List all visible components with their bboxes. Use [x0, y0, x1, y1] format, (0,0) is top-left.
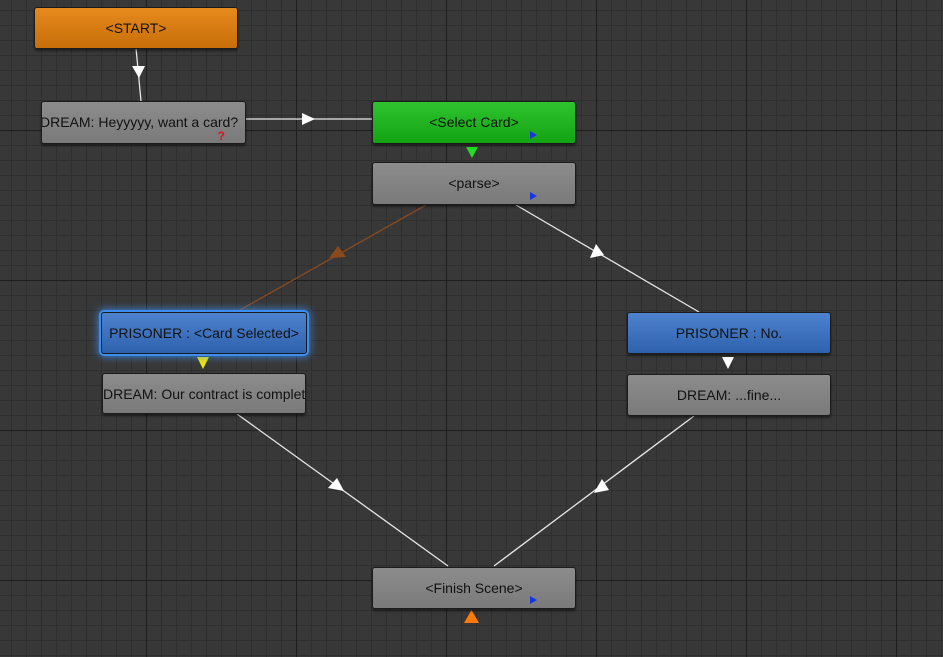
output-port-icon[interactable] [530, 192, 537, 200]
wire-arrow-icon [328, 478, 344, 491]
node-finish-scene[interactable]: <Finish Scene> [372, 567, 576, 609]
node-prisoner-no-label: PRISONER : No. [675, 325, 783, 341]
node-dream-fine[interactable]: DREAM: ...fine... [627, 374, 831, 416]
dialogue-graph-canvas[interactable]: <START> DREAM: Heyyyyy, want a card? ? <… [0, 0, 943, 657]
node-select-card-label: <Select Card> [429, 114, 519, 130]
wire-fine-to-finish[interactable] [493, 415, 695, 567]
wire-arrow-icon [132, 66, 145, 78]
node-start-label: <START> [105, 20, 167, 36]
output-port-icon[interactable] [530, 596, 537, 604]
node-finish-scene-label: <Finish Scene> [425, 580, 523, 596]
node-parse-label: <parse> [448, 175, 500, 191]
port-marker-orange-icon [464, 610, 479, 623]
node-select-card[interactable]: <Select Card> [372, 101, 576, 144]
port-marker-green-icon [466, 147, 478, 158]
node-start[interactable]: <START> [34, 7, 238, 49]
port-marker-yellow-icon [197, 357, 209, 369]
output-port-icon[interactable] [530, 131, 537, 139]
node-prisoner-card-selected[interactable]: PRISONER : <Card Selected> [101, 312, 307, 354]
node-dream-hey-label: DREAM: Heyyyyy, want a card? [41, 114, 239, 130]
port-marker-white-icon [722, 357, 734, 369]
node-parse[interactable]: <parse> [372, 162, 576, 205]
node-dream-hey[interactable]: DREAM: Heyyyyy, want a card? ? [41, 101, 246, 144]
node-dream-contract[interactable]: DREAM: Our contract is complete. [102, 373, 306, 414]
node-dream-fine-label: DREAM: ...fine... [676, 387, 782, 403]
wire-arrow-icon [302, 113, 315, 125]
node-prisoner-card-label: PRISONER : <Card Selected> [109, 325, 299, 341]
node-dream-contract-label: DREAM: Our contract is complete. [103, 386, 306, 402]
node-prisoner-no[interactable]: PRISONER : No. [627, 312, 831, 354]
question-mark-icon: ? [217, 129, 225, 143]
wire-parse-to-prisoner-no[interactable] [515, 204, 700, 313]
